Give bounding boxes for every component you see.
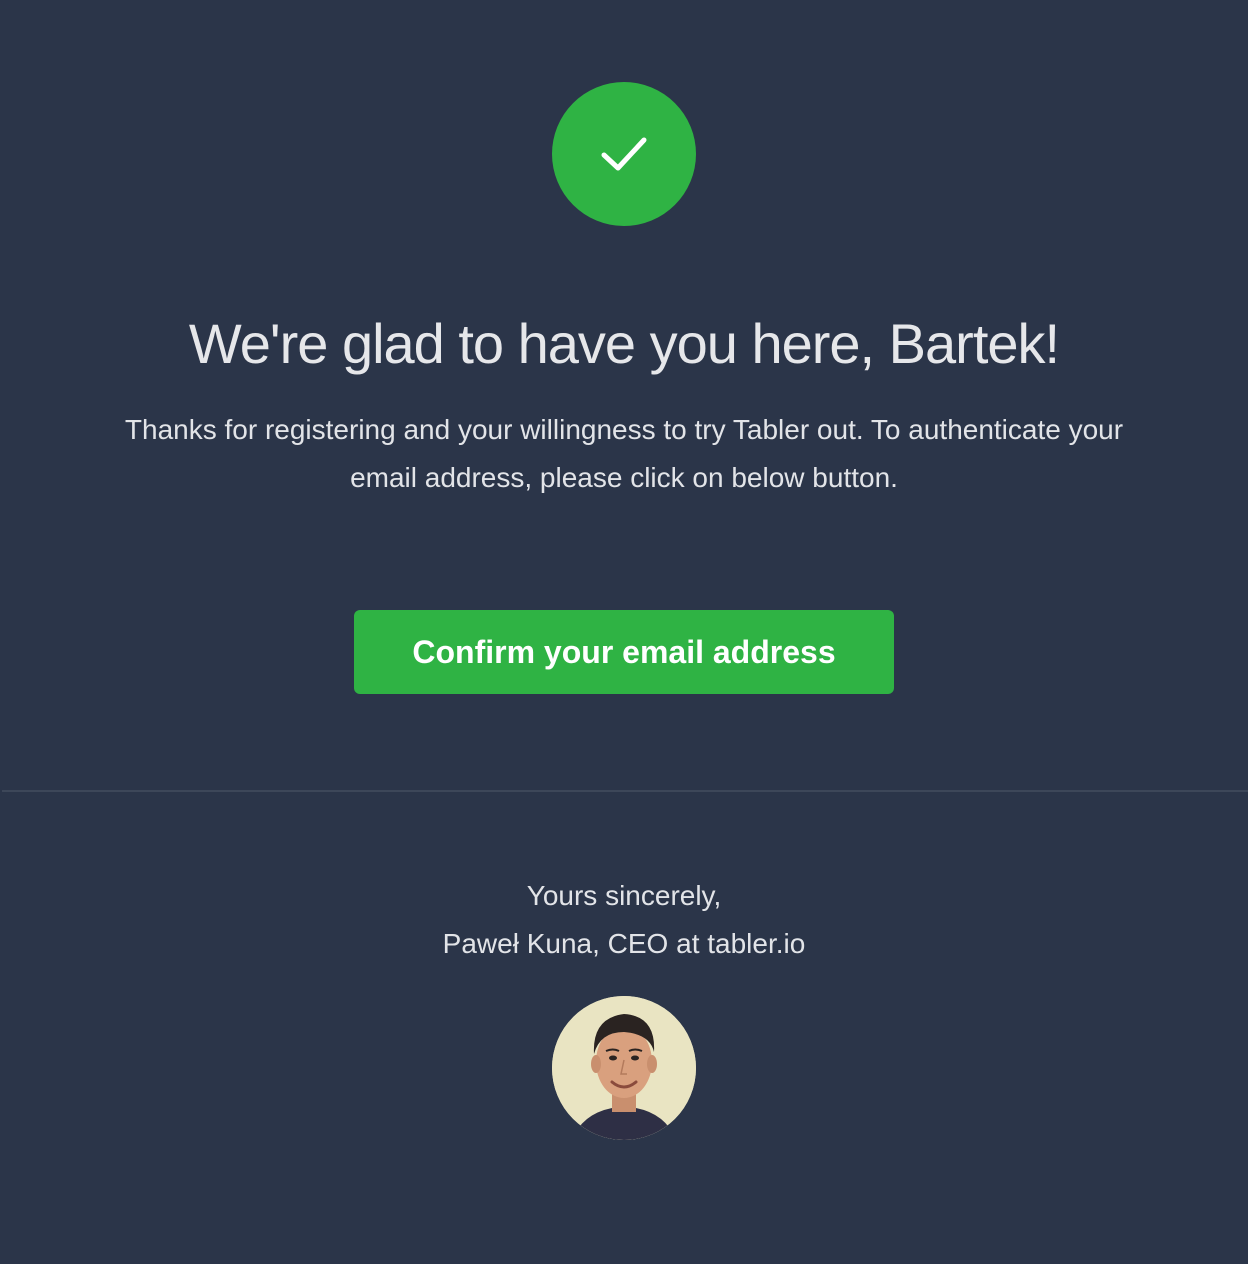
welcome-message: Thanks for registering and your willingn… [124,414,1124,493]
signature-closing: Yours sincerely, [526,880,722,911]
page-title: We're glad to have you here, Bartek! [188,312,1060,375]
divider [2,790,1248,792]
success-check-badge [552,82,696,226]
confirm-email-button[interactable]: Confirm your email address [354,610,894,694]
signature-author: Paweł Kuna, CEO at tabler.io [442,928,806,959]
check-icon [601,137,647,171]
signature-block: Yours sincerely, Paweł Kuna, CEO at tabl… [0,872,1248,968]
avatar-photo [552,996,696,1140]
avatar [552,996,696,1140]
